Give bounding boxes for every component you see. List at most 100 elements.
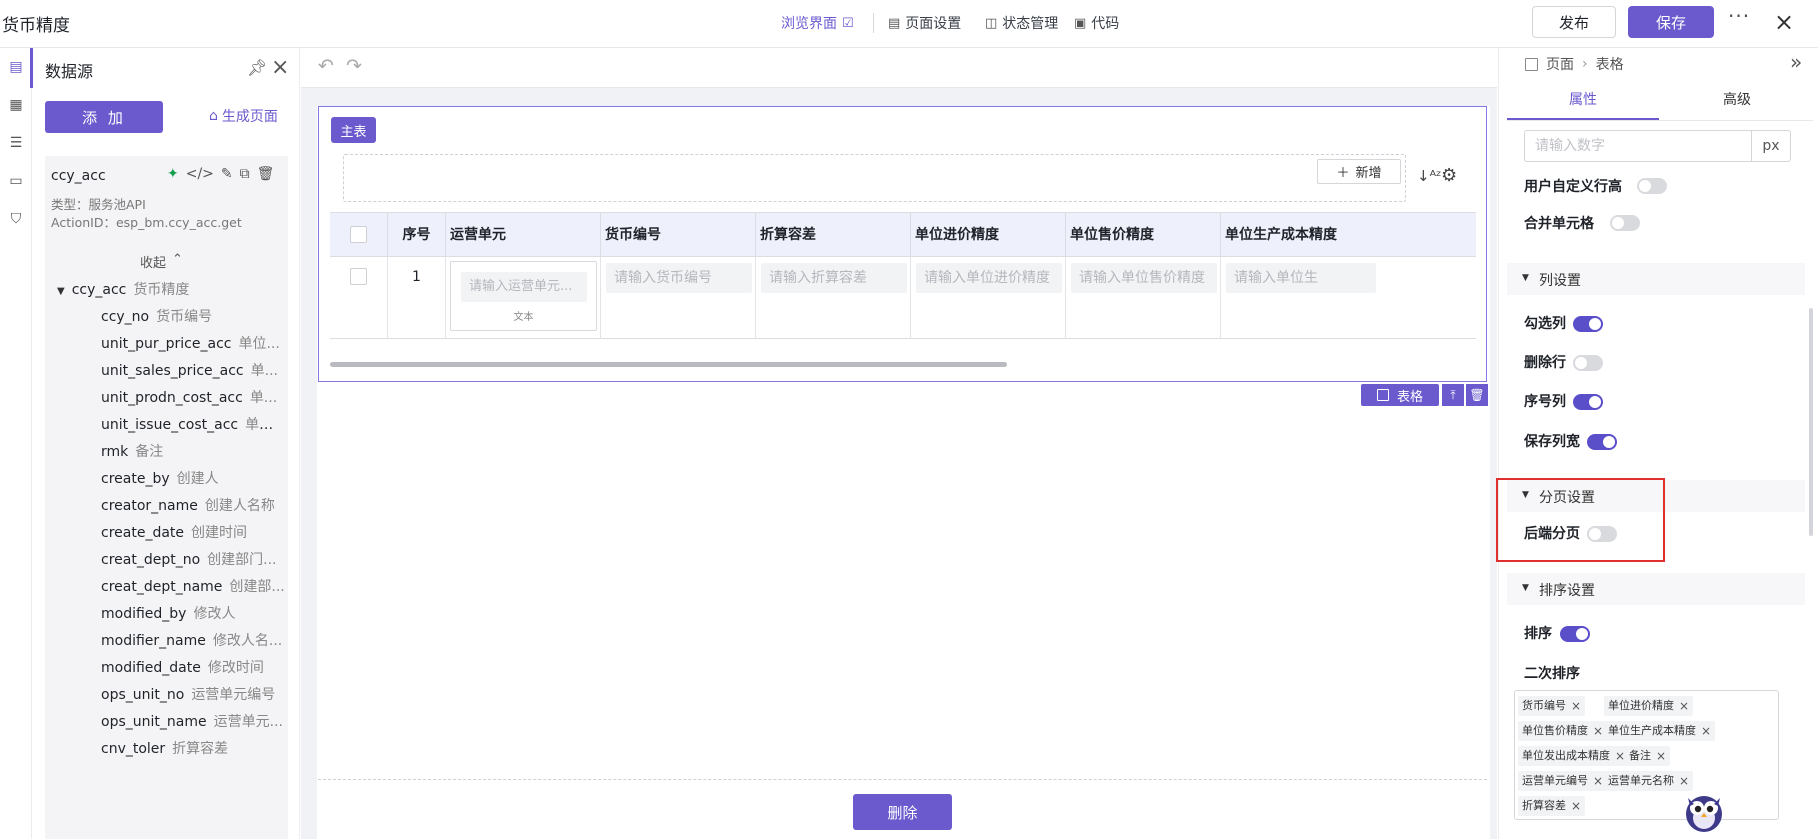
tree-field-item[interactable]: cnv_toler 折算容差	[101, 738, 285, 766]
tree-field-item[interactable]: modified_date 修改时间	[101, 657, 285, 685]
tree-field-item[interactable]: modified_by 修改人	[101, 603, 285, 631]
tree-field-item[interactable]: ops_unit_no 运营单元编号	[101, 684, 285, 712]
remove-chip-icon[interactable]: ×	[1656, 746, 1666, 766]
delete-button[interactable]: 删除	[853, 794, 952, 830]
ops-unit-input[interactable]: 请输入运营单元...	[461, 272, 587, 302]
state-management-link[interactable]: ◫ 状态管理	[985, 13, 1058, 33]
browse-view-menu[interactable]: 浏览界面 ☑	[781, 13, 854, 33]
double-chevron-right-icon[interactable]: »	[1790, 50, 1802, 74]
datasource-icon[interactable]: ▤	[5, 56, 27, 78]
cnv-toler-input[interactable]: 请输入折算容差	[761, 263, 907, 293]
sort-settings-section[interactable]: ▼ 排序设置	[1507, 573, 1805, 605]
tree-field-item[interactable]: unit_sales_price_acc 单...	[101, 360, 285, 388]
move-up-icon[interactable]: ⤒	[1442, 384, 1464, 406]
tab-advanced[interactable]: 高级	[1661, 84, 1813, 120]
index-column-toggle[interactable]	[1573, 394, 1603, 410]
column-settings-section[interactable]: ▼ 列设置	[1507, 263, 1805, 295]
custom-row-height-toggle[interactable]	[1637, 178, 1667, 194]
sort-chip[interactable]: 运营单元名称 ×	[1604, 771, 1694, 791]
prodn-cost-input[interactable]: 请输入单位生	[1226, 263, 1376, 293]
remove-chip-icon[interactable]: ×	[1593, 771, 1603, 791]
close-panel-icon[interactable]: ×	[271, 55, 289, 80]
new-row-button[interactable]: ＋ 新增	[1317, 159, 1401, 184]
copy-icon[interactable]: ⧉	[240, 166, 250, 182]
sort-toggle[interactable]	[1560, 626, 1590, 642]
sort-chip[interactable]: 单位生产成本精度 ×	[1604, 721, 1716, 741]
tree-field-item[interactable]: ops_unit_name 运营单元...	[101, 711, 285, 739]
edit-icon[interactable]: ✎	[221, 166, 233, 182]
owl-mascot-icon[interactable]	[1680, 786, 1728, 834]
trash-icon[interactable]: 🗑︎	[257, 166, 275, 182]
remove-chip-icon[interactable]: ×	[1679, 771, 1689, 791]
close-icon[interactable]: ×	[1774, 8, 1794, 36]
components-icon[interactable]: ▦	[5, 94, 27, 116]
tree-field-item[interactable]: creat_dept_no 创建部门...	[101, 549, 285, 577]
caret-down-icon: ▼	[57, 286, 65, 297]
tree-icon[interactable]: ☰	[5, 132, 27, 154]
undo-icon[interactable]: ↶	[318, 55, 334, 77]
tree-field-item[interactable]: creat_dept_name 创建部...	[101, 576, 285, 604]
sales-price-input[interactable]: 请输入单位售价精度	[1071, 263, 1217, 293]
gear-icon[interactable]: ⚙	[1441, 165, 1457, 186]
tree-field-item[interactable]: unit_prodn_cost_acc 单...	[101, 387, 285, 415]
tree-field-item[interactable]: ccy_no 货币编号	[101, 306, 285, 334]
properties-scrollbar[interactable]	[1809, 308, 1813, 536]
sort-chip[interactable]: 运营单元编号 ×	[1518, 771, 1608, 791]
publish-button[interactable]: 发布	[1532, 6, 1616, 38]
sort-chip[interactable]: 单位售价精度 ×	[1518, 721, 1608, 741]
tree-field-item[interactable]: create_by 创建人	[101, 468, 285, 496]
check-column-toggle[interactable]	[1573, 316, 1603, 332]
chevron-right-icon: ›	[1582, 56, 1588, 72]
main-table-tag[interactable]: 主表	[331, 117, 376, 143]
select-all-checkbox[interactable]	[350, 226, 367, 243]
delete-row-toggle[interactable]	[1573, 355, 1603, 371]
delete-component-icon[interactable]: 🗑︎	[1466, 384, 1488, 406]
sort-chip[interactable]: 备注 ×	[1625, 746, 1671, 766]
tree-root-item[interactable]: ▼ ccy_acc 货币精度	[57, 279, 189, 307]
table-horizontal-scrollbar[interactable]	[330, 362, 1007, 367]
field-label: 备注	[135, 444, 164, 460]
table-toolbar-slot[interactable]	[343, 154, 1406, 202]
breadcrumb-page[interactable]: 页面	[1546, 54, 1574, 74]
tree-field-item[interactable]: unit_issue_cost_acc 单位...	[101, 414, 285, 442]
remove-chip-icon[interactable]: ×	[1593, 721, 1603, 741]
redo-icon[interactable]: ↷	[346, 55, 362, 77]
code-view-icon[interactable]: </>	[186, 166, 214, 182]
remove-chip-icon[interactable]: ×	[1701, 721, 1711, 741]
row-height-input[interactable]: 请输入数字	[1524, 130, 1752, 162]
ops-unit-component[interactable]: 请输入运营单元... 文本	[450, 261, 597, 331]
tree-field-item[interactable]: unit_pur_price_acc 单位...	[101, 333, 285, 361]
tree-field-item[interactable]: rmk 备注	[101, 441, 285, 469]
save-width-toggle[interactable]	[1587, 434, 1617, 450]
code-link[interactable]: ▣ 代码	[1074, 13, 1119, 33]
shield-icon[interactable]: ⛉	[5, 208, 27, 230]
console-icon[interactable]: ▭	[5, 170, 27, 192]
tree-field-item[interactable]: create_date 创建时间	[101, 522, 285, 550]
add-button[interactable]: 添 加	[45, 101, 163, 133]
remove-chip-icon[interactable]: ×	[1571, 796, 1581, 816]
sort-chip[interactable]: 单位进价精度 ×	[1604, 696, 1694, 716]
pin-active-icon[interactable]: ✦	[167, 166, 179, 182]
sort-chip[interactable]: 单位发出成本精度 ×	[1518, 746, 1630, 766]
ccy-no-input[interactable]: 请输入货币编号	[606, 263, 752, 293]
remove-chip-icon[interactable]: ×	[1615, 746, 1625, 766]
tab-properties[interactable]: 属性	[1507, 84, 1659, 120]
save-button[interactable]: 保存	[1628, 6, 1714, 38]
sort-chip[interactable]: 折算容差 ×	[1518, 796, 1586, 816]
datasource-title: 数据源	[45, 62, 94, 81]
sort-az-icon[interactable]: ↓ᴬᶻ	[1417, 167, 1442, 185]
tree-field-item[interactable]: modifier_name 修改人名...	[101, 630, 285, 658]
pur-price-input[interactable]: 请输入单位进价精度	[916, 263, 1062, 293]
merge-cells-toggle[interactable]	[1610, 215, 1640, 231]
sort-chip[interactable]: 货币编号 ×	[1518, 696, 1586, 716]
tree-field-item[interactable]: creator_name 创建人名称	[101, 495, 285, 523]
collapse-toggle[interactable]: 收起 ⌃	[140, 252, 183, 271]
table-component-tag[interactable]: 表格	[1361, 384, 1439, 406]
page-settings-link[interactable]: ▤ 页面设置	[888, 13, 961, 33]
generate-page-link[interactable]: ⌂ 生成页面	[209, 106, 278, 126]
remove-chip-icon[interactable]: ×	[1571, 696, 1581, 716]
more-icon[interactable]: ···	[1728, 4, 1750, 28]
remove-chip-icon[interactable]: ×	[1679, 696, 1689, 716]
row-checkbox[interactable]	[350, 268, 367, 285]
pin-icon[interactable]: 📌︎	[247, 58, 267, 77]
